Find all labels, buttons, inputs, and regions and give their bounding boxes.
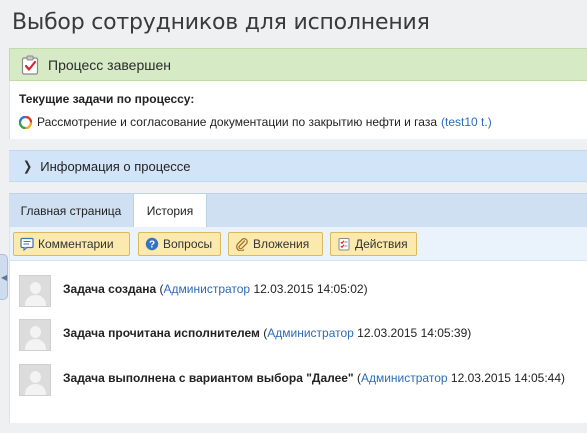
history-content: Комментарии ? Вопросы Вложения Действия bbox=[9, 227, 587, 423]
avatar bbox=[19, 319, 51, 351]
comments-button-label: Комментарии bbox=[38, 237, 114, 251]
current-tasks-heading: Текущие задачи по процессу: bbox=[19, 92, 195, 106]
side-panel-handle[interactable]: ◀ bbox=[0, 254, 8, 300]
avatar bbox=[19, 275, 51, 307]
checklist-icon bbox=[338, 238, 350, 251]
questions-button[interactable]: ? Вопросы bbox=[138, 232, 221, 256]
history-entry: Задача выполнена с вариантом выбора "Дал… bbox=[19, 364, 565, 396]
history-timestamp: 12.03.2015 14:05:39 bbox=[357, 326, 468, 340]
comments-button[interactable]: Комментарии bbox=[13, 232, 130, 256]
history-user-link[interactable]: Администратор bbox=[267, 326, 354, 340]
chevron-right-icon: ❯ bbox=[23, 159, 33, 174]
actions-button-label: Действия bbox=[355, 237, 408, 251]
tab-history[interactable]: История bbox=[133, 194, 207, 228]
history-entry-text: Задача создана (Администратор 12.03.2015… bbox=[63, 282, 368, 296]
history-timestamp: 12.03.2015 14:05:44 bbox=[450, 371, 561, 385]
task-name[interactable]: Рассмотрение и согласование документации… bbox=[37, 115, 437, 129]
page-title: Выбор сотрудников для исполнения bbox=[12, 10, 430, 35]
process-status-banner: Процесс завершен bbox=[9, 48, 587, 81]
process-info-toggle[interactable]: ❯ Информация о процессе bbox=[9, 150, 587, 182]
actions-button[interactable]: Действия bbox=[330, 232, 417, 256]
task-assignee-link[interactable]: (test10 t.) bbox=[441, 115, 492, 129]
progress-ring-icon bbox=[19, 115, 32, 129]
task-item[interactable]: Рассмотрение и согласование документации… bbox=[19, 115, 587, 129]
current-tasks-panel: Текущие задачи по процессу: Рассмотрение… bbox=[9, 81, 587, 139]
tab-history-label: История bbox=[146, 204, 194, 218]
chevron-left-icon: ◀ bbox=[1, 273, 8, 282]
history-timestamp: 12.03.2015 14:05:02 bbox=[253, 282, 364, 296]
bottom-spacer bbox=[9, 423, 587, 433]
history-event: Задача прочитана исполнителем bbox=[63, 326, 260, 340]
history-event: Задача создана bbox=[63, 282, 157, 296]
process-info-label: Информация о процессе bbox=[40, 158, 191, 174]
attachments-button-label: Вложения bbox=[253, 237, 310, 251]
history-user-link[interactable]: Администратор bbox=[361, 371, 448, 385]
attachments-button[interactable]: Вложения bbox=[228, 232, 323, 256]
questions-button-label: Вопросы bbox=[163, 237, 213, 251]
clipboard-check-icon bbox=[21, 55, 39, 75]
history-toolbar: Комментарии ? Вопросы Вложения Действия bbox=[10, 227, 587, 261]
history-user-link[interactable]: Администратор bbox=[164, 282, 251, 296]
tab-main-page-label: Главная страница bbox=[20, 203, 122, 218]
svg-text:?: ? bbox=[149, 240, 155, 251]
history-entry: Задача создана (Администратор 12.03.2015… bbox=[19, 275, 368, 307]
tab-bar: Главная страница История bbox=[9, 193, 587, 228]
history-entry-text: Задача прочитана исполнителем (Администр… bbox=[63, 326, 472, 340]
avatar bbox=[19, 364, 51, 396]
history-entry-text: Задача выполнена с вариантом выбора "Дал… bbox=[63, 371, 565, 385]
question-icon: ? bbox=[145, 237, 159, 251]
process-status-text: Процесс завершен bbox=[48, 56, 171, 73]
comment-icon bbox=[20, 237, 34, 251]
history-entry: Задача прочитана исполнителем (Администр… bbox=[19, 319, 472, 351]
history-event: Задача выполнена с вариантом выбора "Дал… bbox=[63, 371, 354, 385]
tab-main-page[interactable]: Главная страница bbox=[9, 194, 133, 227]
paperclip-icon bbox=[236, 238, 248, 251]
